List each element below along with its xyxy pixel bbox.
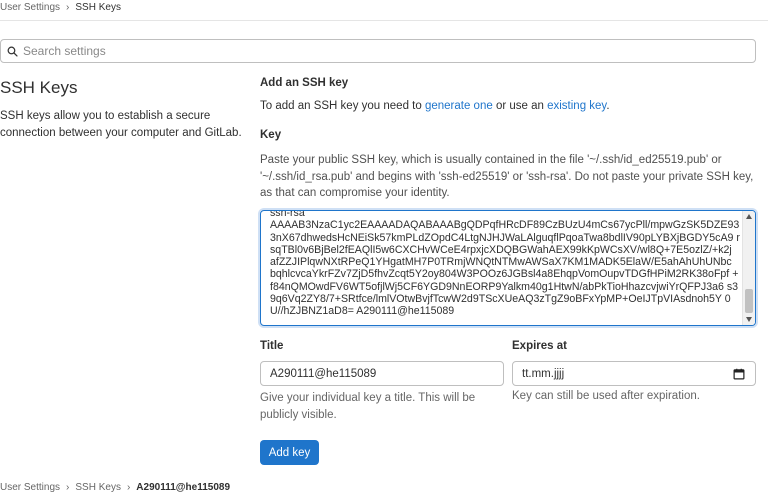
expires-date-input[interactable]: tt.mm.jjjj bbox=[512, 361, 756, 386]
section-description: SSH keys allow you to establish a secure… bbox=[0, 110, 242, 139]
section-title: SSH Keys bbox=[0, 78, 78, 97]
scroll-thumb[interactable] bbox=[745, 289, 753, 313]
breadcrumb-user-settings[interactable]: User Settings bbox=[0, 482, 60, 493]
intro-prefix: To add an SSH key you need to bbox=[260, 100, 425, 112]
calendar-icon[interactable] bbox=[733, 368, 745, 380]
textarea-scrollbar[interactable] bbox=[742, 211, 755, 325]
search-icon bbox=[7, 46, 18, 57]
expires-label: Expires at bbox=[512, 340, 567, 352]
scroll-down-icon[interactable] bbox=[746, 317, 752, 322]
title-input[interactable]: A290111@he115089 bbox=[260, 361, 504, 386]
title-help-text: Give your individual key a title. This w… bbox=[260, 392, 476, 421]
breadcrumb-bottom: User Settings › SSH Keys › A290111@he115… bbox=[0, 482, 230, 493]
chevron-right-icon: › bbox=[66, 482, 70, 493]
form-heading: Add an SSH key bbox=[260, 77, 349, 89]
existing-key-link[interactable]: existing key bbox=[547, 100, 606, 112]
breadcrumb-user-settings[interactable]: User Settings bbox=[0, 2, 60, 13]
add-key-form: Add an SSH key To add an SSH key you nee… bbox=[260, 77, 760, 199]
intro-text: To add an SSH key you need to generate o… bbox=[260, 100, 610, 112]
chevron-right-icon: › bbox=[126, 482, 131, 493]
sidebar-section: SSH Keys SSH keys allow you to establish… bbox=[0, 78, 245, 142]
title-label: Title bbox=[260, 340, 284, 352]
scroll-up-icon[interactable] bbox=[746, 214, 752, 219]
chevron-right-icon: › bbox=[66, 1, 70, 13]
add-key-button[interactable]: Add key bbox=[260, 440, 319, 465]
key-label: Key bbox=[260, 129, 282, 141]
divider bbox=[0, 20, 768, 21]
breadcrumb: User Settings › SSH Keys bbox=[0, 1, 121, 13]
generate-one-link[interactable]: generate one bbox=[425, 100, 493, 112]
search-input[interactable] bbox=[23, 44, 755, 58]
search-bar[interactable] bbox=[0, 39, 756, 63]
breadcrumb-current-key: A290111@he115089 bbox=[136, 482, 231, 493]
breadcrumb-ssh-keys[interactable]: SSH Keys bbox=[75, 2, 121, 13]
key-help-text: Paste your public SSH key, which is usua… bbox=[260, 154, 754, 199]
expires-value: tt.mm.jjjj bbox=[522, 367, 565, 380]
intro-suffix: . bbox=[606, 100, 610, 112]
expires-help-text: Key can still be used after expiration. bbox=[512, 390, 700, 402]
breadcrumb-ssh-keys[interactable]: SSH Keys bbox=[75, 482, 121, 493]
intro-middle: or use an bbox=[492, 100, 548, 112]
key-textarea-value[interactable]: ssh-rsa AAAAB3NzaC1yc2EAAAADAQABAAABgQDP… bbox=[270, 211, 740, 318]
key-textarea[interactable]: ssh-rsa AAAAB3NzaC1yc2EAAAADAQABAAABgQDP… bbox=[260, 210, 756, 326]
